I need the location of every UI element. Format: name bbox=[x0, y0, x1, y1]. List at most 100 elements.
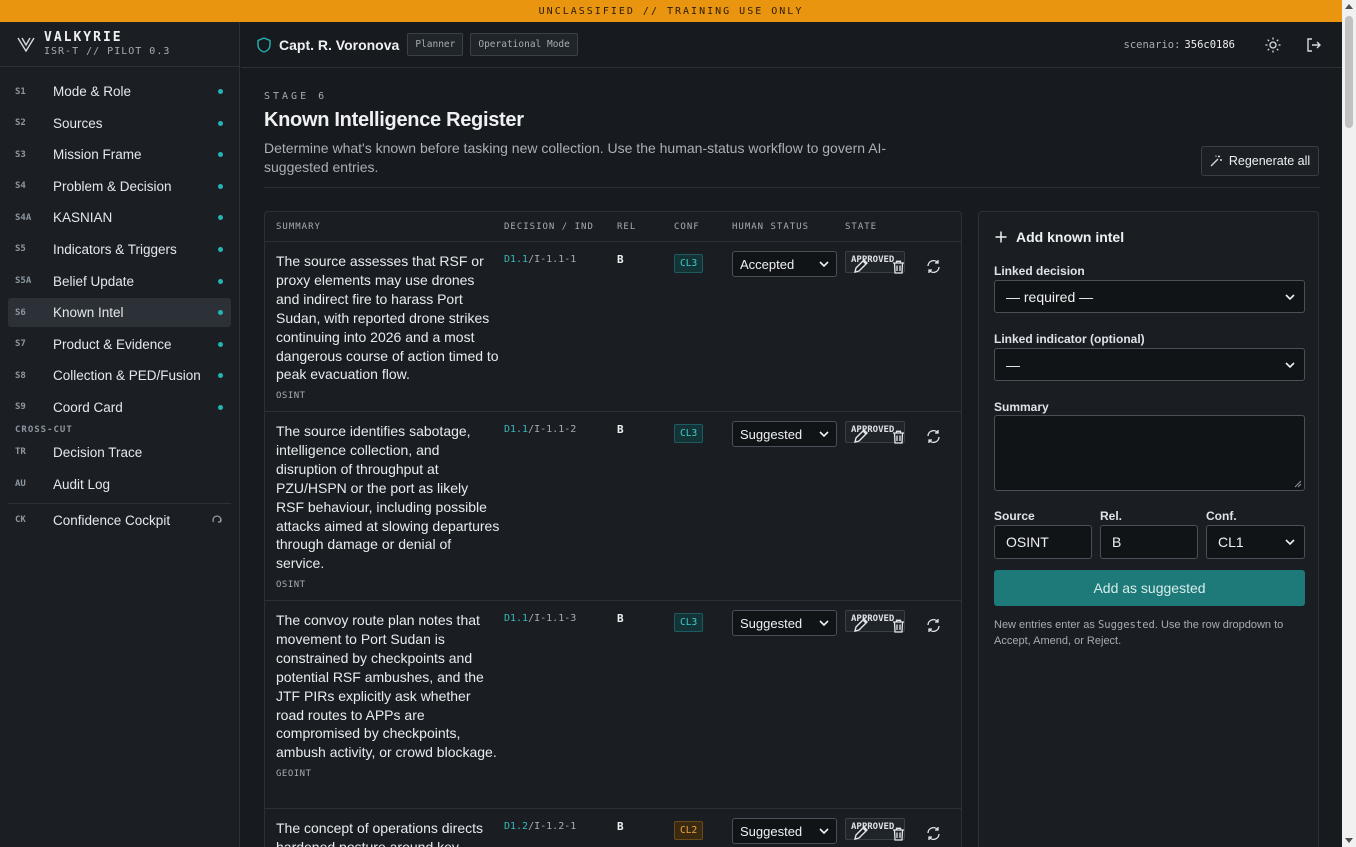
sidebar-item-audit-log[interactable]: AU Audit Log bbox=[8, 470, 231, 499]
rel-input[interactable]: B bbox=[1100, 525, 1198, 559]
row-summary: The concept of operations directs harden… bbox=[276, 819, 500, 847]
status-dot bbox=[218, 89, 223, 94]
sidebar-item-decision-trace[interactable]: TR Decision Trace bbox=[8, 438, 231, 467]
chevron-down-icon bbox=[819, 828, 829, 835]
decision-link[interactable]: D1.1 bbox=[504, 424, 528, 435]
nav-code: S9 bbox=[15, 402, 26, 413]
sidebar-divider bbox=[8, 502, 231, 504]
sidebar-item-mode-role[interactable]: S1 Mode & Role bbox=[8, 77, 231, 106]
regenerate-all-button[interactable]: Regenerate all bbox=[1201, 146, 1319, 176]
summary-textarea[interactable] bbox=[994, 415, 1305, 491]
row-decision: D1.1/I-1.1-1 bbox=[504, 254, 576, 265]
sidebar-item-sources[interactable]: S2 Sources bbox=[8, 109, 231, 138]
conf-select[interactable]: CL1 bbox=[1206, 525, 1305, 559]
sidebar-item-coord-card[interactable]: S9 Coord Card bbox=[8, 393, 231, 422]
nav-code: S5A bbox=[15, 276, 32, 287]
role-tag: Planner bbox=[407, 33, 464, 56]
rel-value: B bbox=[1112, 534, 1122, 550]
edit-icon[interactable] bbox=[853, 825, 869, 841]
status-dot bbox=[218, 152, 223, 158]
chevron-down-icon bbox=[1285, 362, 1295, 369]
row-rel: B bbox=[617, 423, 624, 436]
sidebar-item-mission-frame[interactable]: S3 Mission Frame bbox=[8, 140, 231, 169]
page-scrollbar[interactable] bbox=[1342, 0, 1356, 847]
sidebar-item-indicators-triggers[interactable]: S5 Indicators & Triggers bbox=[8, 235, 231, 264]
user-name: Capt. R. Voronova bbox=[279, 36, 400, 53]
decision-link[interactable]: D1.1 bbox=[504, 254, 528, 265]
nav-code: S8 bbox=[15, 370, 26, 381]
edit-icon[interactable] bbox=[853, 617, 869, 633]
row-rel: B bbox=[617, 612, 624, 625]
row-conf-badge: CL3 bbox=[674, 254, 704, 273]
regenerate-icon[interactable] bbox=[926, 429, 941, 444]
magic-wand-icon bbox=[1210, 155, 1222, 167]
classification-banner: UNCLASSIFIED // TRAINING USE ONLY bbox=[0, 0, 1342, 22]
sidebar-item-product-evidence[interactable]: S7 Product & Evidence bbox=[8, 330, 231, 359]
nav-code: S4A bbox=[15, 212, 32, 223]
sidebar-item-known-intel[interactable]: S6 Known Intel bbox=[8, 298, 231, 328]
panel-title: Add known intel bbox=[995, 229, 1124, 245]
table-row: The convoy route plan notes that movemen… bbox=[265, 601, 961, 809]
trash-icon[interactable] bbox=[892, 619, 905, 633]
nav-code: S4 bbox=[15, 181, 26, 192]
chevron-down-icon bbox=[819, 431, 829, 438]
row-decision: D1.1/I-1.1-3 bbox=[504, 613, 576, 624]
logout-icon[interactable] bbox=[1306, 37, 1322, 53]
regenerate-icon[interactable] bbox=[926, 618, 941, 633]
row-conf-badge: CL3 bbox=[674, 613, 704, 632]
nav-code: S3 bbox=[15, 149, 26, 160]
decision-link[interactable]: D1.1 bbox=[504, 613, 528, 624]
nav-code: S5 bbox=[15, 244, 26, 255]
nav-label: Product & Evidence bbox=[53, 336, 172, 352]
nav-label: Decision Trace bbox=[53, 444, 143, 460]
status-value: Suggested bbox=[740, 823, 803, 839]
scenario-id: 356c0186 bbox=[1184, 39, 1235, 51]
nav-label: Indicators & Triggers bbox=[53, 241, 177, 257]
human-status-select[interactable]: Accepted bbox=[732, 251, 837, 277]
decision-link[interactable]: D1.2 bbox=[504, 821, 528, 832]
row-rel: B bbox=[617, 253, 624, 266]
row-conf-badge: CL2 bbox=[674, 821, 704, 840]
linked-decision-select[interactable]: — required — bbox=[994, 280, 1305, 313]
status-value: Accepted bbox=[740, 256, 795, 272]
sidebar-item-confidence-cockpit[interactable]: CK Confidence Cockpit bbox=[8, 506, 231, 535]
brand-name: VALKYRIE bbox=[44, 30, 123, 45]
source-input[interactable]: OSINT bbox=[994, 525, 1092, 559]
col-decision: DECISION / IND bbox=[504, 222, 594, 232]
resize-handle-icon[interactable] bbox=[1294, 480, 1302, 488]
row-source: OSINT bbox=[276, 580, 306, 591]
sidebar-item-collection-ped-fusion[interactable]: S8 Collection & PED/Fusion bbox=[8, 361, 231, 390]
row-summary: The convoy route plan notes that movemen… bbox=[276, 611, 500, 784]
scroll-up-arrow-icon[interactable] bbox=[1345, 4, 1353, 9]
indicator-id: I-1.1-3 bbox=[534, 613, 577, 624]
trash-icon[interactable] bbox=[892, 430, 905, 444]
scroll-thumb[interactable] bbox=[1345, 16, 1353, 128]
trash-icon[interactable] bbox=[892, 827, 905, 841]
regenerate-icon[interactable] bbox=[926, 259, 941, 274]
mode-tag: Operational Mode bbox=[470, 33, 578, 56]
sidebar-item-problem-decision[interactable]: S4 Problem & Decision bbox=[8, 172, 231, 201]
nav-code: S2 bbox=[15, 118, 26, 129]
row-source: GEOINT bbox=[276, 769, 312, 780]
summary-text: The source identifies sabotage, intellig… bbox=[276, 423, 500, 572]
human-status-select[interactable]: Suggested bbox=[732, 421, 837, 447]
cockpit-nav: CK Confidence Cockpit bbox=[0, 506, 239, 535]
linked-indicator-select[interactable]: — bbox=[994, 348, 1305, 381]
nav-code: AU bbox=[15, 479, 26, 490]
human-status-select[interactable]: Suggested bbox=[732, 818, 837, 844]
summary-text: The convoy route plan notes that movemen… bbox=[276, 612, 497, 761]
col-rel: REL bbox=[617, 222, 637, 232]
add-as-suggested-button[interactable]: Add as suggested bbox=[994, 570, 1305, 606]
scroll-down-arrow-icon[interactable] bbox=[1345, 838, 1353, 843]
summary-text: The concept of operations directs harden… bbox=[276, 820, 484, 847]
trash-icon[interactable] bbox=[892, 260, 905, 274]
edit-icon[interactable] bbox=[853, 258, 869, 274]
sidebar-item-kasnian[interactable]: S4A KASNIAN bbox=[8, 203, 231, 232]
cross-cut-nav: TR Decision Trace AU Audit Log bbox=[0, 438, 239, 499]
edit-icon[interactable] bbox=[853, 428, 869, 444]
sun-icon[interactable] bbox=[1265, 37, 1281, 53]
sidebar-item-belief-update[interactable]: S5A Belief Update bbox=[8, 267, 231, 296]
regenerate-icon[interactable] bbox=[926, 826, 941, 841]
human-status-select[interactable]: Suggested bbox=[732, 610, 837, 636]
table-row: The source identifies sabotage, intellig… bbox=[265, 412, 961, 601]
